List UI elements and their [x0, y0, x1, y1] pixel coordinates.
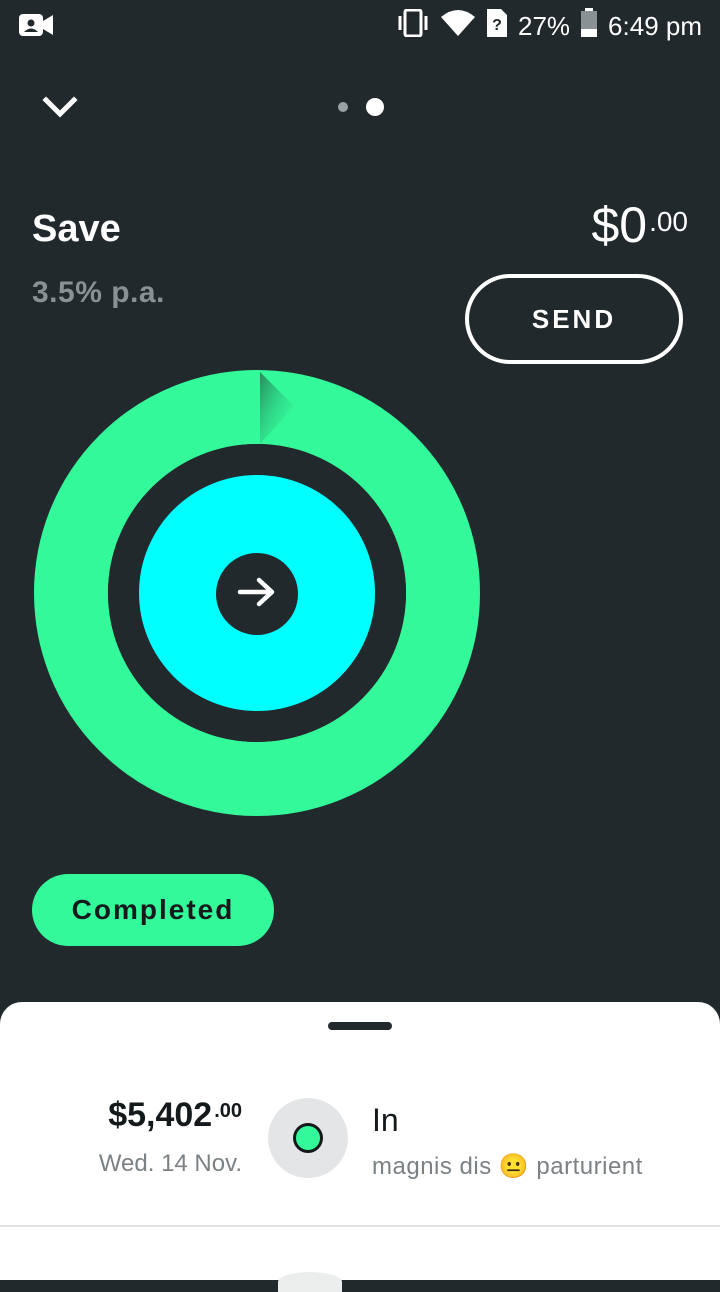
battery-percent: 27%: [518, 10, 571, 41]
balance-cents: .00: [649, 206, 688, 237]
video-call-icon: [18, 12, 54, 43]
page-dot-active[interactable]: [366, 98, 384, 116]
battery-icon: [580, 7, 598, 45]
transaction-amount-main: $5,402: [108, 1096, 213, 1134]
arrow-right-icon: [237, 577, 277, 612]
collapse-chevron-icon[interactable]: [40, 92, 80, 124]
transaction-amount: $5,402 .00: [108, 1096, 242, 1135]
page-dot[interactable]: [338, 102, 348, 112]
goal-open-button[interactable]: [216, 553, 298, 635]
sheet-drag-handle[interactable]: [328, 1022, 392, 1030]
transaction-description: magnis dis 😐 parturient: [372, 1153, 643, 1180]
clock: 6:49 pm: [608, 10, 702, 41]
wifi-icon: [440, 9, 476, 44]
status-bar: ? 27% 6:49 pm: [0, 0, 720, 52]
interest-rate: 3.5% p.a.: [32, 276, 165, 309]
transaction-type: In: [372, 1102, 399, 1138]
transaction-row[interactable]: $5,402 .00 Wed. 14 Nov. In magnis dis 😐 …: [0, 1060, 720, 1226]
account-title: Save: [32, 208, 121, 250]
transactions-sheet[interactable]: $5,402 .00 Wed. 14 Nov. In magnis dis 😐 …: [0, 1002, 720, 1280]
balance-amount: $0: [591, 197, 648, 253]
svg-text:?: ?: [492, 17, 502, 34]
transaction-date: Wed. 14 Nov.: [98, 1150, 242, 1177]
transaction-amount-cents: .00: [214, 1100, 242, 1122]
transaction-in-icon: [268, 1098, 348, 1178]
vibrate-icon: [396, 8, 430, 44]
next-transaction-icon: [278, 1272, 342, 1292]
send-button[interactable]: SEND: [465, 274, 683, 364]
page-indicator: [338, 98, 384, 116]
status-badge: Completed: [32, 874, 274, 946]
sim-unknown-icon: ?: [486, 8, 508, 45]
divider: [0, 1225, 720, 1227]
balance: $0 .00: [591, 196, 688, 254]
